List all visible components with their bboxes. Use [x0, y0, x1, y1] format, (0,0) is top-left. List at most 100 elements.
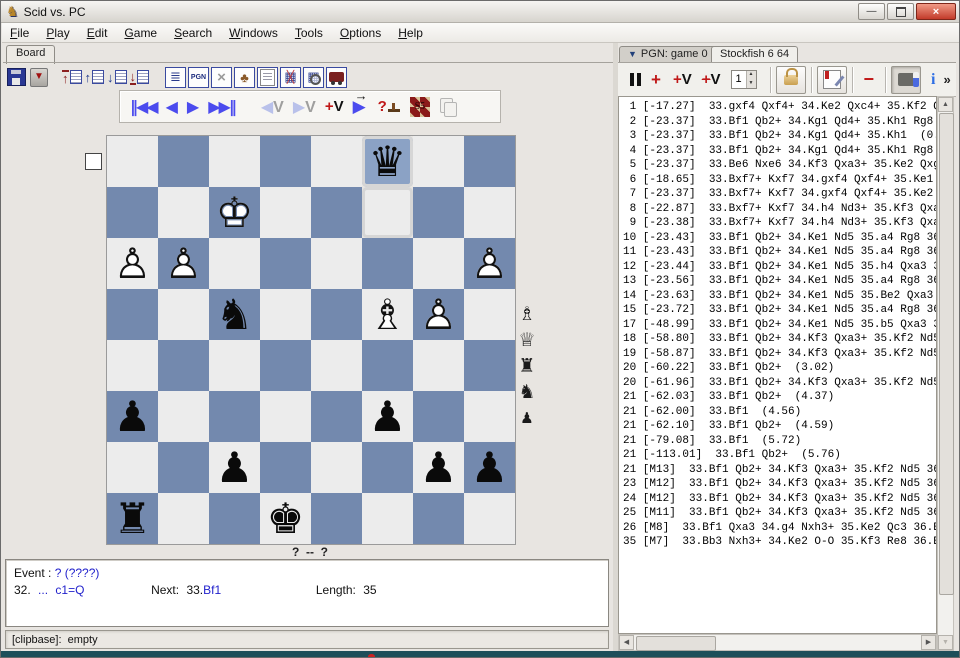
menu-file[interactable]: File — [10, 26, 29, 40]
export-game-icon[interactable]: ▼ — [30, 68, 48, 87]
white-pawn[interactable]: ♟♙ — [471, 241, 509, 287]
analysis-line[interactable]: 21 [-113.01] 33.Bf1 Qb2+ (5.76) — [623, 448, 936, 463]
board-square[interactable] — [464, 289, 515, 340]
analysis-line[interactable]: 15 [-23.72] 33.Bf1 Qb2+ 34.Ke1 Nd5 35.a4… — [623, 303, 936, 318]
board-square[interactable]: ♚♔ — [209, 187, 260, 238]
add-move-button[interactable]: + — [651, 70, 661, 90]
add-variation-button[interactable]: +V — [673, 71, 692, 88]
board-search-button[interactable]: ▦╳ — [280, 67, 301, 88]
analysis-line[interactable]: 35 [M7] 33.Bb3 Nxh3+ 34.Ke2 O-O 35.Kf3 R… — [623, 535, 936, 550]
board-square[interactable] — [158, 340, 209, 391]
analysis-line[interactable]: 26 [M8] 33.Bf1 Qxa3 34.g4 Nxh3+ 35.Ke2 Q… — [623, 521, 936, 536]
board-square[interactable]: ♟ — [107, 391, 158, 442]
scid-logo-button[interactable]: S5 — [410, 97, 430, 117]
menu-help[interactable]: Help — [398, 26, 423, 40]
black-queen[interactable]: ♛ — [369, 139, 407, 185]
vertical-scrollbar[interactable]: ▲ ▼ — [937, 96, 954, 651]
board-square[interactable] — [158, 136, 209, 187]
board-square[interactable] — [362, 442, 413, 493]
analysis-line[interactable]: 19 [-58.87] 33.Bf1 Qb2+ 34.Kf3 Qxa3+ 35.… — [623, 347, 936, 362]
spin-up-icon[interactable]: ▲ — [747, 71, 756, 80]
board-square[interactable] — [362, 238, 413, 289]
board-square[interactable] — [209, 340, 260, 391]
menu-search[interactable]: Search — [174, 26, 212, 40]
board-square[interactable]: ♟ — [413, 442, 464, 493]
board-square[interactable] — [311, 136, 362, 187]
menu-options[interactable]: Options — [340, 26, 381, 40]
analysis-line[interactable]: 25 [M11] 33.Bf1 Qb2+ 34.Kf3 Qxa3+ 35.Kf2… — [623, 506, 936, 521]
analysis-line[interactable]: 24 [M12] 33.Bf1 Qb2+ 34.Kf3 Qxa3+ 35.Kf2… — [623, 492, 936, 507]
board-square[interactable] — [107, 187, 158, 238]
save-game-icon[interactable] — [7, 68, 26, 86]
game-list-button[interactable]: ≣ — [165, 67, 186, 88]
board-square[interactable] — [464, 136, 515, 187]
black-knight[interactable]: ♞ — [216, 292, 254, 338]
spin-down-icon[interactable]: ▼ — [747, 80, 756, 89]
board-square[interactable] — [362, 493, 413, 544]
scroll-up-icon[interactable]: ▲ — [938, 97, 953, 112]
scroll-down-icon[interactable]: ▼ — [938, 635, 953, 650]
board-square[interactable] — [413, 136, 464, 187]
board-square[interactable] — [158, 493, 209, 544]
vertical-scroll-thumb[interactable] — [939, 113, 954, 595]
annotate-engine-button[interactable] — [817, 66, 847, 94]
analysis-line[interactable]: 21 [-62.00] 33.Bf1 (4.56) — [623, 405, 936, 420]
analysis-line[interactable]: 13 [-23.56] 33.Bf1 Qb2+ 34.Ke1 Nd5 35.a4… — [623, 274, 936, 289]
exit-variation-button[interactable]: ↓ — [130, 70, 150, 85]
board-square[interactable] — [107, 340, 158, 391]
board-square[interactable] — [260, 238, 311, 289]
analysis-line[interactable]: 1 [-17.27] 33.gxf4 Qxf4+ 34.Ke2 Qxc4+ 35… — [623, 100, 936, 115]
board-square[interactable]: ♟ — [209, 442, 260, 493]
analysis-line[interactable]: 21 [-62.10] 33.Bf1 Qb2+ (4.59) — [623, 419, 936, 434]
white-pawn[interactable]: ♟♙ — [165, 241, 203, 287]
board-square[interactable]: ♟♙ — [158, 238, 209, 289]
analysis-line[interactable]: 17 [-48.99] 33.Bf1 Qb2+ 34.Ke1 Nd5 35.b5… — [623, 318, 936, 333]
go-start-button[interactable]: ‖◀◀ — [130, 97, 157, 116]
last-move[interactable]: c1=Q — [55, 583, 84, 597]
menu-play[interactable]: Play — [46, 26, 69, 40]
menu-game[interactable]: Game — [124, 26, 157, 40]
board-square[interactable] — [311, 391, 362, 442]
board-square[interactable] — [260, 442, 311, 493]
maximize-button[interactable] — [887, 3, 914, 20]
horizontal-scroll-thumb[interactable] — [636, 636, 716, 651]
black-rook[interactable]: ♜ — [114, 496, 152, 542]
enter-variation-button[interactable]: ↑ — [62, 70, 82, 85]
board-square[interactable] — [464, 493, 515, 544]
annotate-button[interactable]: ? — [378, 98, 400, 115]
add-variation-button[interactable]: +V — [325, 98, 344, 115]
minimize-button[interactable]: — — [858, 3, 885, 20]
black-pawn[interactable]: ♟ — [114, 394, 152, 440]
autoplay-button[interactable]: ▶ → — [353, 97, 366, 117]
white-bishop[interactable]: ♝♗ — [369, 292, 407, 338]
board-square[interactable] — [260, 136, 311, 187]
board-square[interactable] — [311, 442, 362, 493]
board-square[interactable] — [413, 493, 464, 544]
analysis-line[interactable]: 12 [-23.44] 33.Bf1 Qb2+ 34.Ke1 Nd5 35.h4… — [623, 260, 936, 275]
black-pawn[interactable]: ♟ — [369, 394, 407, 440]
menu-edit[interactable]: Edit — [87, 26, 108, 40]
analysis-output[interactable]: 1 [-17.27] 33.gxf4 Qxf4+ 34.Ke2 Qxc4+ 35… — [618, 96, 937, 634]
board-square[interactable] — [311, 340, 362, 391]
black-pawn[interactable]: ♟ — [216, 445, 254, 491]
analysis-line[interactable]: 20 [-61.96] 33.Bf1 Qb2+ 34.Kf3 Qxa3+ 35.… — [623, 376, 936, 391]
scroll-left-icon[interactable]: ◀ — [619, 635, 634, 650]
next-move[interactable]: Bf1 — [203, 583, 221, 597]
white-pawn[interactable]: ♟♙ — [420, 292, 458, 338]
board-square[interactable] — [413, 187, 464, 238]
board-square[interactable] — [158, 391, 209, 442]
maintenance-button[interactable]: × — [211, 67, 232, 88]
analysis-line[interactable]: 9 [-23.38] 33.Bxf7+ Kxf7 34.h4 Nd3+ 35.K… — [623, 216, 936, 231]
board-square[interactable]: ♛ — [362, 136, 413, 187]
board-square[interactable] — [209, 136, 260, 187]
board-square[interactable] — [311, 187, 362, 238]
board-square[interactable] — [260, 340, 311, 391]
board-square[interactable]: ♞ — [209, 289, 260, 340]
board-square[interactable] — [362, 340, 413, 391]
engine-toggle-button[interactable] — [891, 66, 921, 94]
board-square[interactable]: ♟ — [464, 442, 515, 493]
overflow-chevron[interactable]: » — [943, 72, 950, 87]
menu-tools[interactable]: Tools — [295, 26, 323, 40]
analysis-line[interactable]: 4 [-23.37] 33.Bf1 Qb2+ 34.Kg1 Qd4+ 35.Kh… — [623, 144, 936, 159]
scroll-right-icon[interactable]: ▶ — [921, 635, 936, 650]
